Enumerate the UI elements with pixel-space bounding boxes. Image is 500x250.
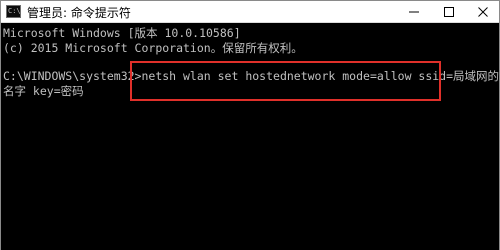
maximize-icon (444, 7, 454, 17)
close-button[interactable] (466, 1, 500, 23)
console-line-command-continued: 名字 key=密码 (3, 84, 84, 98)
minimize-icon (409, 11, 419, 13)
console-line-copyright: (c) 2015 Microsoft Corporation。保留所有权利。 (3, 41, 303, 55)
close-icon (478, 7, 488, 17)
maximize-button[interactable] (432, 1, 466, 23)
command-prompt-window: C:\ 管理员: 命令提示符 Microsoft Windows [版本 10.… (0, 0, 500, 250)
console-line-command: C:\WINDOWS\system32>netsh wlan set hoste… (3, 69, 500, 83)
cmd-icon: C:\ (6, 5, 21, 18)
title-bar[interactable]: C:\ 管理员: 命令提示符 (1, 1, 499, 23)
minimize-button[interactable] (397, 1, 431, 23)
window-title: 管理员: 命令提示符 (27, 6, 131, 20)
console-line-version: Microsoft Windows [版本 10.0.10586] (3, 26, 241, 40)
console-output[interactable]: Microsoft Windows [版本 10.0.10586] (c) 20… (1, 24, 499, 250)
